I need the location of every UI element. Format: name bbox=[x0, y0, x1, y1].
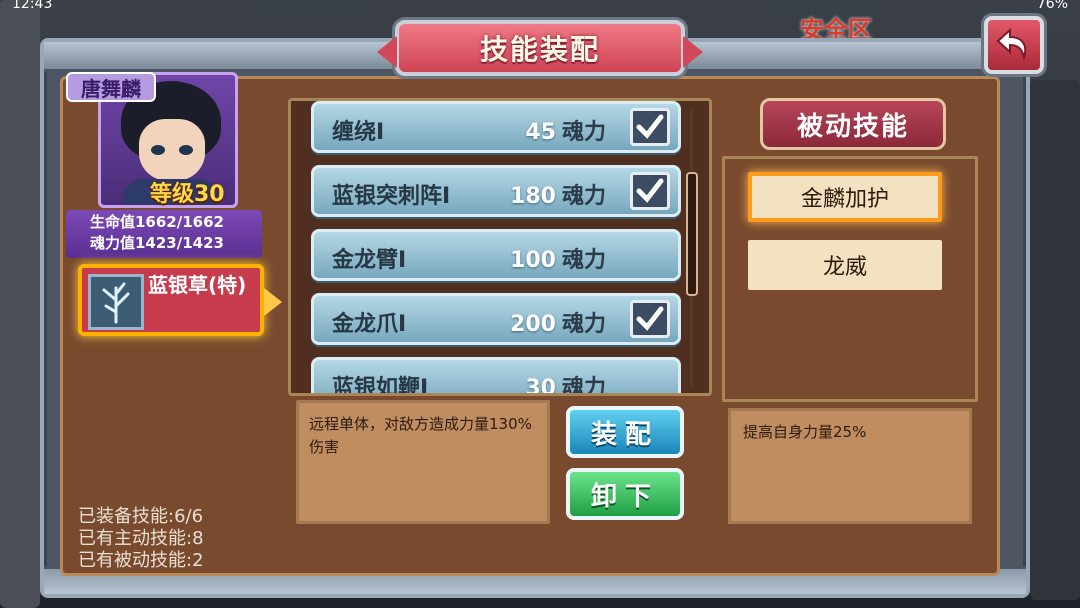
skill-checkbox[interactable] bbox=[630, 300, 670, 338]
skill-row[interactable]: 蓝银突刺阵I 180 魂力 bbox=[311, 165, 681, 217]
skill-row[interactable]: 金龙爪I 200 魂力 bbox=[311, 293, 681, 345]
skill-cost: 30 魂力 bbox=[525, 376, 606, 396]
passive-count: 已有被动技能:2 bbox=[78, 550, 204, 571]
skill-cost: 100 魂力 bbox=[510, 248, 606, 273]
status-bar: 12:43 76% bbox=[0, 0, 1080, 14]
hp-value: 生命值1662/1662 bbox=[90, 213, 224, 231]
skill-name: 缠绕I bbox=[332, 120, 385, 145]
martial-soul-label: 蓝银草(特) bbox=[148, 273, 247, 297]
character-stats: 生命值1662/1662 魂力值1423/1423 bbox=[66, 210, 262, 258]
back-button[interactable] bbox=[984, 16, 1044, 74]
page-title: 技能装配 bbox=[479, 33, 600, 66]
character-name: 唐舞麟 bbox=[66, 72, 156, 102]
passive-description: 提高自身力量25% bbox=[728, 408, 972, 524]
equip-button[interactable]: 装配 bbox=[566, 406, 684, 458]
skill-summary: 已装备技能:6/6 已有主动技能:8 已有被动技能:2 bbox=[78, 506, 204, 572]
skill-checkbox[interactable] bbox=[630, 108, 670, 146]
skill-row[interactable]: 蓝银如鞭I 30 魂力 bbox=[311, 357, 681, 396]
passive-skill-item[interactable]: 金麟加护 bbox=[748, 172, 942, 222]
skill-list[interactable]: 缠绕I 45 魂力 蓝银突刺阵I 180 魂力 金龙臂I 100 魂力 金龙爪I 20… bbox=[288, 98, 712, 396]
passive-description-text: 提高自身力量25% bbox=[743, 423, 867, 441]
skill-name: 金龙臂I bbox=[332, 248, 407, 273]
check-icon bbox=[636, 306, 664, 331]
skill-cost: 45 魂力 bbox=[525, 120, 606, 145]
selection-arrow-icon bbox=[264, 288, 282, 316]
skill-description: 远程单体，对敌方造成力量130%伤害 bbox=[296, 400, 550, 524]
character-level: 等级30 bbox=[150, 182, 225, 207]
battery-text: 76% bbox=[1036, 0, 1068, 12]
check-icon bbox=[636, 178, 664, 203]
skill-cost: 180 魂力 bbox=[510, 184, 606, 209]
skill-cost: 200 魂力 bbox=[510, 312, 606, 337]
skill-description-text: 远程单体，对敌方造成力量130%伤害 bbox=[309, 415, 532, 456]
passive-skill-item[interactable]: 龙威 bbox=[748, 240, 942, 290]
back-arrow-icon bbox=[996, 27, 1027, 61]
skill-name: 蓝银突刺阵I bbox=[332, 184, 451, 209]
sp-value: 魂力值1423/1423 bbox=[90, 234, 224, 252]
active-count: 已有主动技能:8 bbox=[78, 528, 204, 549]
martial-soul-button[interactable]: 蓝银草(特) bbox=[78, 264, 264, 336]
skill-checkbox[interactable] bbox=[630, 172, 670, 210]
dialog-title-banner: 技能装配 bbox=[377, 20, 703, 76]
check-icon bbox=[636, 114, 664, 139]
skill-name: 蓝银如鞭I bbox=[332, 376, 429, 396]
skill-row[interactable]: 缠绕I 45 魂力 bbox=[311, 101, 681, 153]
skill-scrollbar[interactable] bbox=[686, 172, 698, 296]
skill-name: 金龙爪I bbox=[332, 312, 407, 337]
equipped-count: 已装备技能:6/6 bbox=[78, 506, 204, 527]
status-time: 12:43 bbox=[12, 0, 53, 12]
blue-silver-grass-icon bbox=[88, 274, 144, 330]
passive-skills-header: 被动技能 bbox=[760, 98, 946, 150]
skill-row[interactable]: 金龙臂I 100 魂力 bbox=[311, 229, 681, 281]
unload-button[interactable]: 卸下 bbox=[566, 468, 684, 520]
